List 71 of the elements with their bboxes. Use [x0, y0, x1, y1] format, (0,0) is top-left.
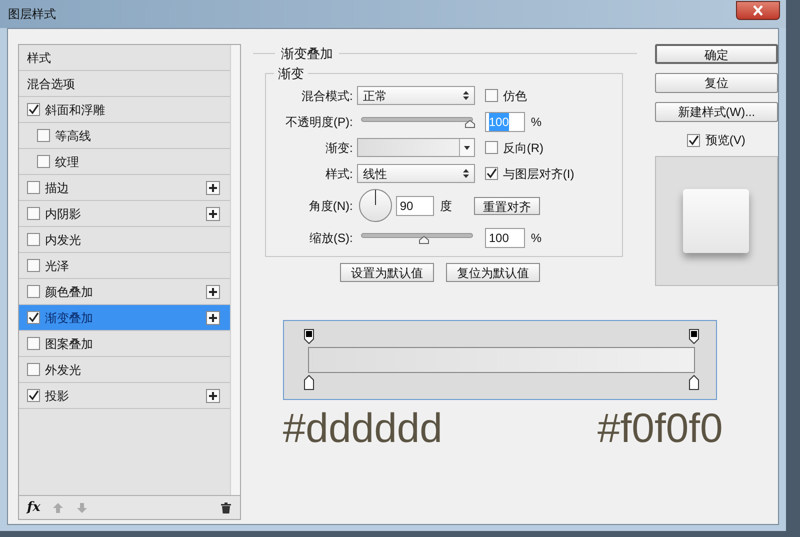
group-title: 渐变 [276, 64, 305, 82]
add-button[interactable] [206, 284, 220, 298]
number-field[interactable]: 100 [484, 228, 525, 248]
color-stop-icon[interactable] [688, 329, 699, 344]
dialog-button[interactable]: 确定 [654, 44, 778, 64]
stepper-icon [462, 91, 469, 100]
reset-align-button[interactable]: 重置对齐 [474, 196, 540, 214]
checkbox-label: 与图层对齐(I) [502, 166, 574, 182]
caret-icon [464, 146, 470, 150]
window-title: 图层样式 [8, 6, 56, 23]
preview-swatch [683, 189, 750, 253]
checkbox[interactable] [27, 103, 40, 116]
checkbox[interactable] [484, 141, 498, 154]
default-button[interactable]: 复位为默认值 [446, 263, 540, 282]
field-label: 样式: [324, 166, 354, 182]
field-label: 不透明度(P): [284, 114, 354, 130]
color-code-label: #f0f0f0 [597, 408, 723, 449]
opacity-stop-icon[interactable] [688, 375, 699, 390]
stepper-icon [462, 169, 469, 178]
dialog-button[interactable]: 新建样式(W)... [654, 102, 778, 122]
checkbox-label: 仿色 [502, 88, 527, 104]
plus-icon [208, 182, 218, 192]
checkbox-label: 预览(V) [705, 132, 746, 149]
checkbox[interactable] [27, 285, 40, 298]
checkbox[interactable] [687, 134, 700, 146]
unit-label: % [530, 230, 542, 246]
checkbox[interactable] [27, 311, 40, 324]
slider[interactable] [358, 114, 475, 128]
color-stop-icon[interactable] [304, 329, 314, 344]
add-button[interactable] [206, 206, 220, 220]
plus-icon [208, 312, 218, 322]
checkbox[interactable] [27, 259, 40, 272]
list-item[interactable]: 渐变叠加 [19, 305, 230, 331]
opacity-stop-icon[interactable] [304, 375, 314, 390]
checkbox[interactable] [27, 363, 40, 376]
checkbox[interactable] [37, 129, 50, 142]
plus-icon [208, 286, 218, 296]
fx-button[interactable]: fx [27, 498, 40, 518]
add-button[interactable] [206, 310, 220, 324]
unit-label: % [530, 114, 542, 130]
close-icon [752, 4, 764, 16]
plus-icon [208, 208, 218, 218]
trash-icon[interactable] [220, 502, 232, 514]
field-label: 缩放(S): [308, 230, 354, 246]
dropdown[interactable]: 线性 [356, 164, 475, 183]
gradient-picker[interactable] [356, 138, 475, 157]
add-button[interactable] [206, 388, 220, 402]
section-title: 渐变叠加 [280, 45, 334, 63]
number-field[interactable]: 90 [396, 196, 434, 216]
field-label: 混合模式: [300, 88, 354, 104]
checkbox[interactable] [27, 207, 40, 220]
checkbox[interactable] [27, 337, 40, 350]
add-button[interactable] [206, 180, 220, 194]
field-label: 角度(N): [308, 198, 354, 214]
dropdown[interactable]: 正常 [356, 86, 475, 105]
checkbox[interactable] [37, 155, 50, 168]
color-code-label: #dddddd [282, 408, 442, 449]
checkbox[interactable] [27, 233, 40, 246]
checkbox[interactable] [27, 181, 40, 194]
field-label: 渐变: [324, 140, 354, 156]
angle-dial[interactable] [358, 189, 392, 222]
dialog-button[interactable]: 复位 [654, 73, 778, 93]
checkbox[interactable] [27, 389, 40, 402]
slider[interactable] [358, 230, 475, 244]
checkbox[interactable] [484, 167, 498, 180]
close-button[interactable] [736, 0, 780, 20]
checkbox[interactable] [484, 89, 498, 102]
default-button[interactable]: 设置为默认值 [340, 263, 434, 282]
unit-label: 度 [440, 198, 452, 214]
checkbox-label: 反向(R) [502, 140, 544, 156]
plus-icon [208, 390, 218, 400]
